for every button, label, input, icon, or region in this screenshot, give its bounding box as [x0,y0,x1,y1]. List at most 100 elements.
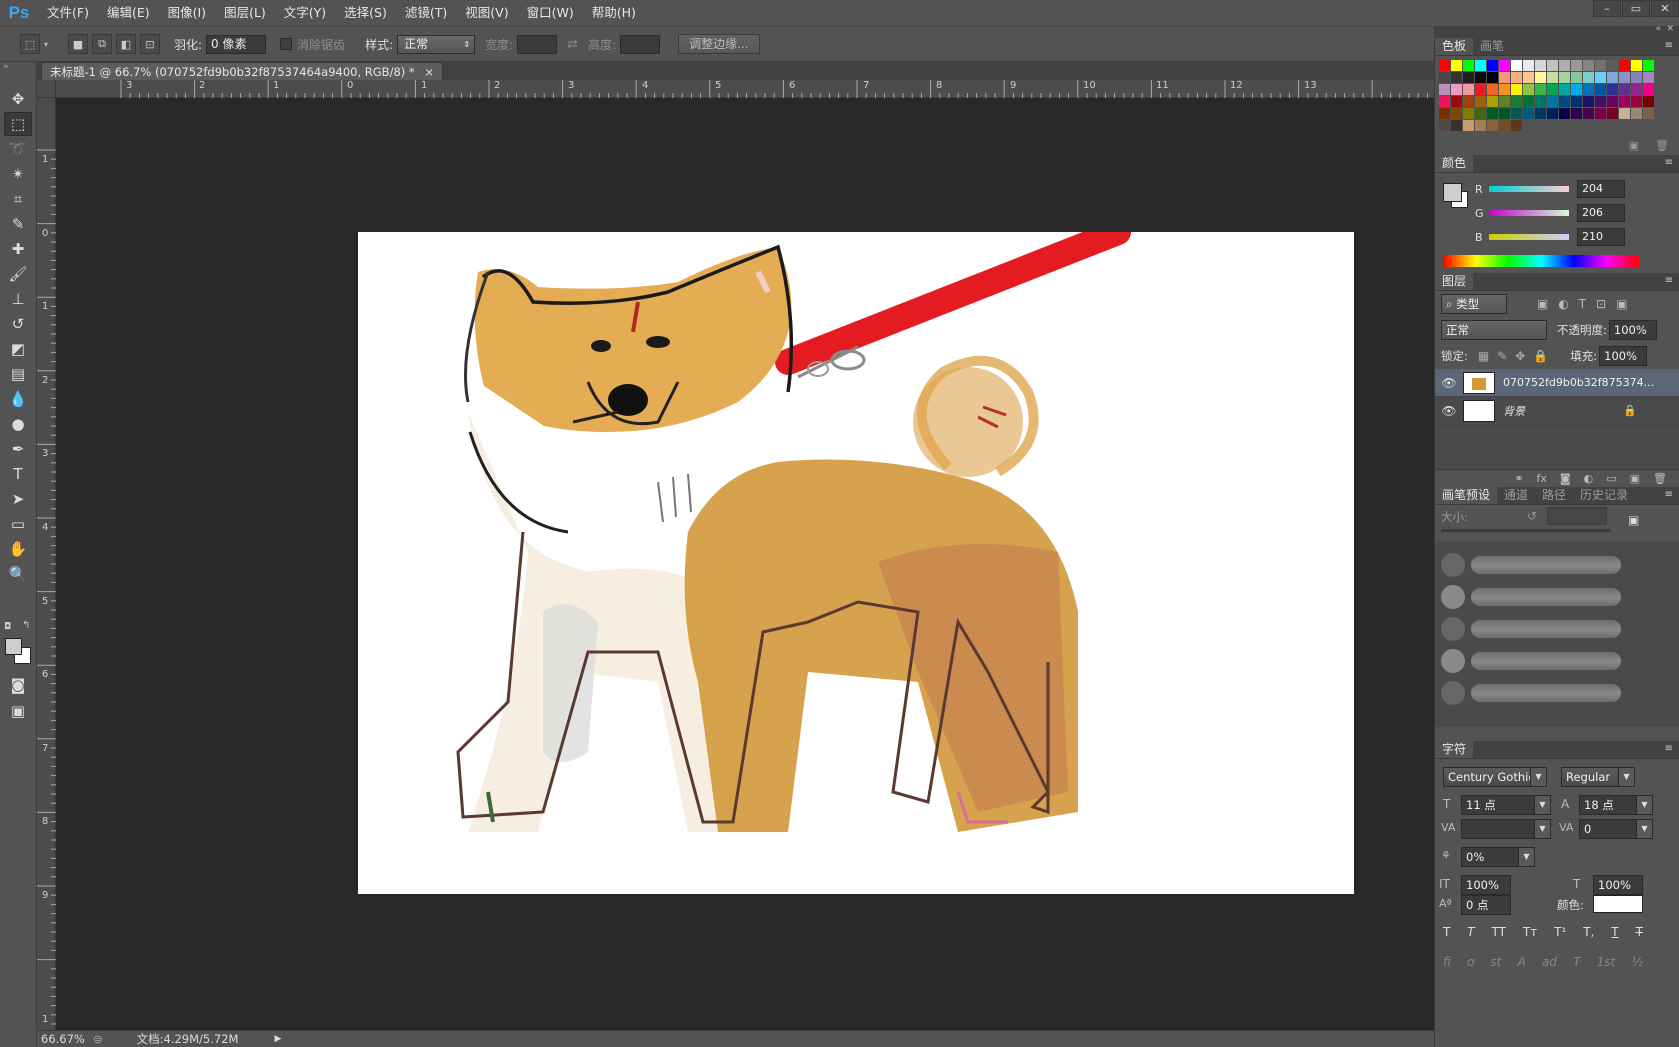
color-swatch[interactable] [1487,108,1498,119]
intersect-selection-icon[interactable]: ⊡ [140,34,160,54]
tab-paths[interactable]: 路径 [1535,487,1573,504]
color-swatch[interactable] [1523,60,1534,71]
slider-b[interactable]: B 210 [1475,225,1625,249]
close-button[interactable]: ✕ [1651,0,1679,17]
color-swatch[interactable] [1475,84,1486,95]
eyedropper-tool-icon[interactable]: ✎ [4,212,32,236]
color-swatch[interactable] [1463,60,1474,71]
trash-icon[interactable]: 🗑 [1653,472,1667,485]
status-options-icon[interactable]: ⊜ [93,1032,103,1046]
color-swatch[interactable] [1619,108,1630,119]
color-swatch[interactable] [1571,72,1582,83]
subscript-button[interactable]: T, [1583,925,1594,939]
color-swatch[interactable] [1559,84,1570,95]
fx-icon[interactable]: fx [1537,472,1547,485]
r-track[interactable] [1489,186,1569,192]
color-swatch[interactable] [1559,72,1570,83]
color-swatch[interactable] [1475,108,1486,119]
opacity-input[interactable]: 100% [1608,320,1657,340]
menu-filter[interactable]: 滤镜(T) [396,0,456,25]
eraser-tool-icon[interactable]: ◩ [4,337,32,361]
color-swatch[interactable] [1523,96,1534,107]
color-swatch[interactable] [1451,120,1462,131]
status-menu-arrow-icon[interactable]: ▶ [274,1034,281,1044]
adjustment-icon[interactable]: ◐ [1584,472,1594,485]
color-swatch[interactable] [1643,72,1654,83]
color-swatch[interactable] [1583,96,1594,107]
color-swatch[interactable] [1631,84,1642,95]
b-value-input[interactable]: 210 [1577,228,1625,246]
lock-icons[interactable]: ▦✎✥🔒 [1478,349,1556,363]
menu-view[interactable]: 视图(V) [456,0,517,25]
color-swatch[interactable] [1559,96,1570,107]
tab-channels[interactable]: 通道 [1497,487,1535,504]
document-canvas[interactable] [358,219,1354,894]
panel-menu-icon[interactable]: ≡ [1665,743,1673,754]
color-swatch[interactable] [1511,120,1522,131]
lasso-tool-icon[interactable]: ➰ [4,137,32,161]
hand-tool-icon[interactable]: ✋ [4,537,32,561]
color-swatch[interactable] [1499,84,1510,95]
marquee-tool-preset-icon[interactable]: ⬚ [20,34,40,54]
tab-layers[interactable]: 图层 [1435,273,1474,290]
panel-menu-icon[interactable]: ≡ [1665,40,1673,51]
swap-icon[interactable]: ⇄ [567,37,578,52]
brush-preset[interactable] [1435,549,1679,581]
color-swatch[interactable] [1547,108,1558,119]
color-swatch[interactable] [1631,72,1642,83]
magic-wand-tool-icon[interactable]: ✴ [4,162,32,186]
tab-swatches[interactable]: 色板 [1435,38,1474,55]
color-swatch[interactable] [1547,72,1558,83]
healing-brush-tool-icon[interactable]: ✚ [4,237,32,261]
color-swatch[interactable] [1511,60,1522,71]
titling-button[interactable]: ad [1542,955,1557,969]
all-caps-button[interactable]: TT [1492,925,1506,939]
horizontal-ruler[interactable]: 3 2 1 0 1 2 3 4 5 6 7 8 9 10 11 12 13 [56,80,1434,98]
foreground-color-swatch[interactable] [5,638,22,655]
eye-icon[interactable]: 👁 [1435,404,1463,418]
menu-window[interactable]: 窗口(W) [518,0,583,25]
ordinal-button[interactable]: 1st [1597,955,1616,969]
zoom-tool-icon[interactable]: 🔍 [4,562,32,586]
color-swatch[interactable] [1571,84,1582,95]
color-swatch[interactable] [1619,72,1630,83]
delete-swatch-icon[interactable]: 🗑 [1655,139,1669,152]
font-size-input[interactable]: 11 点 ▼ [1461,795,1551,815]
color-ramp[interactable] [1443,255,1639,267]
font-style-select[interactable]: Regular ▼ [1561,767,1635,787]
new-layer-icon[interactable]: ▣ [1630,472,1640,485]
width-input[interactable] [517,34,558,54]
ruler-origin[interactable] [37,80,56,98]
g-track[interactable] [1489,210,1569,216]
color-swatch[interactable] [1535,96,1546,107]
menu-file[interactable]: 文件(F) [38,0,98,25]
color-swatch[interactable] [1523,84,1534,95]
menu-type[interactable]: 文字(Y) [275,0,335,25]
brush-tool-icon[interactable]: 🖌 [4,262,32,286]
brush-preset[interactable] [1435,677,1679,709]
folder-icon[interactable]: ▭ [1606,472,1616,485]
color-swatch[interactable] [1619,84,1630,95]
color-swatch[interactable] [1487,120,1498,131]
menu-help[interactable]: 帮助(H) [583,0,645,25]
mask-icon[interactable]: ◙ [1560,472,1571,485]
tracking-input[interactable]: 0 ▼ [1579,819,1653,839]
brush-preset[interactable] [1435,613,1679,645]
color-swatch[interactable] [1475,96,1486,107]
color-swatch[interactable] [1439,120,1450,131]
blend-mode-select[interactable]: 正常 [1441,320,1547,340]
color-swatch[interactable] [1487,72,1498,83]
color-swatch[interactable] [1583,72,1594,83]
layer-name[interactable]: 背景 [1503,403,1623,419]
color-swatch[interactable] [1607,72,1618,83]
canvas-workspace[interactable] [56,98,1434,1030]
color-swatch[interactable] [1463,96,1474,107]
feather-input[interactable]: 0 像素 [206,34,267,54]
color-swatch[interactable] [1583,108,1594,119]
faux-italic-button[interactable]: T [1467,925,1474,939]
color-swatch[interactable] [1439,72,1450,83]
minimize-button[interactable]: – [1593,0,1621,17]
layer-row[interactable]: 👁 背景 🔒 [1435,397,1679,425]
baseline-shift-input[interactable]: 0 点 [1461,895,1511,915]
leading-input[interactable]: 18 点 ▼ [1579,795,1653,815]
